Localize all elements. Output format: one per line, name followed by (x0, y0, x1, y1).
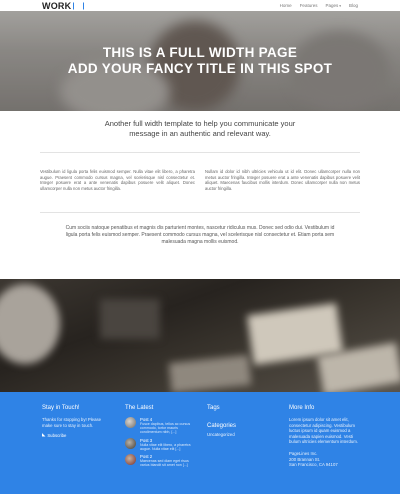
more-text: Lorem ipsum dolor sit amet elit, consect… (289, 417, 359, 445)
footer-tags-column: Tags Categories Uncategorized (207, 405, 279, 438)
right-column-text: Nullam id dolor id nibh ultricies vehicu… (205, 169, 360, 191)
photo-shape (0, 284, 60, 364)
post-excerpt: Fusce dapibus, tellus ac cursus commodo,… (140, 422, 191, 435)
address: PageLines Inc. 200 Brannan St. San Franc… (289, 451, 359, 468)
latest-post[interactable]: Post 3 Nulla vitae elit libero, a pharet… (125, 437, 197, 451)
logo[interactable]: WORK (42, 0, 85, 11)
stay-heading: Stay in Touch! (42, 405, 80, 411)
footer-latest-column: The Latest Post 4 Fusce dapibus, tellus … (125, 405, 197, 470)
top-bar: WORK Home Features Pages ▾ Blog (0, 0, 400, 11)
quote-text: Cum sociis natoque penatibus et magnis d… (65, 225, 335, 245)
hero-banner: THIS IS A FULL WIDTH PAGE ADD YOUR FANCY… (0, 11, 400, 111)
feature-photo (0, 279, 400, 392)
divider (40, 212, 360, 213)
post-thumbnail (125, 417, 136, 428)
page-title-line-2: ADD YOUR FANCY TITLE IN THIS SPOT (67, 61, 333, 76)
subscribe-link[interactable]: ◣ Subscribe (42, 432, 112, 438)
nav-home[interactable]: Home (280, 3, 292, 8)
left-column-text: Vestibulum id ligula porta felis euismod… (40, 169, 195, 191)
nav-blog[interactable]: Blog (349, 3, 358, 8)
address-line: San Francisco, CA 94107 (289, 462, 338, 468)
nav-pages-label: Pages (325, 3, 339, 8)
footer: Stay in Touch! Thanks for stopping by! P… (0, 392, 400, 494)
intro-text: Another full width template to help you … (104, 119, 296, 138)
latest-post[interactable]: Post 4 Fusce dapibus, tellus ac cursus c… (125, 417, 197, 435)
latest-heading: The Latest (125, 405, 154, 411)
tags-heading: Tags (207, 405, 220, 411)
nav-features[interactable]: Features (300, 3, 318, 8)
nav-pages[interactable]: Pages ▾ (325, 3, 341, 8)
divider (40, 152, 360, 153)
photo-shape (100, 299, 160, 339)
chevron-down-icon: ▾ (339, 3, 341, 8)
page-title-line-1: THIS IS A FULL WIDTH PAGE (102, 45, 298, 60)
latest-post[interactable]: Post 2 Maecenas sed diam eget risus vari… (125, 454, 197, 467)
photo-shape (168, 354, 252, 392)
post-excerpt: Nulla vitae elit libero, a pharetra augu… (140, 442, 191, 451)
subscribe-label: Subscribe (47, 432, 67, 438)
categories-heading: Categories (207, 423, 237, 429)
post-thumbnail (125, 454, 136, 466)
more-heading: More Info (289, 405, 315, 411)
main-nav: Home Features Pages ▾ Blog (280, 0, 358, 11)
footer-more-column: More Info Lorem ipsum dolor sit amet eli… (289, 405, 359, 468)
post-excerpt: Maecenas sed diam eget risus varius blan… (140, 459, 189, 468)
rss-icon: ◣ (42, 432, 46, 438)
post-thumbnail (125, 437, 136, 449)
page-title: THIS IS A FULL WIDTH PAGE ADD YOUR FANCY… (0, 45, 400, 77)
stay-text: Thanks for stopping by! Please make sure… (42, 417, 101, 428)
logo-text: WORK (42, 0, 72, 11)
category-link[interactable]: Uncategorized (207, 432, 279, 438)
footer-stay-column: Stay in Touch! Thanks for stopping by! P… (42, 405, 112, 438)
logo-mark-icon (73, 1, 85, 10)
